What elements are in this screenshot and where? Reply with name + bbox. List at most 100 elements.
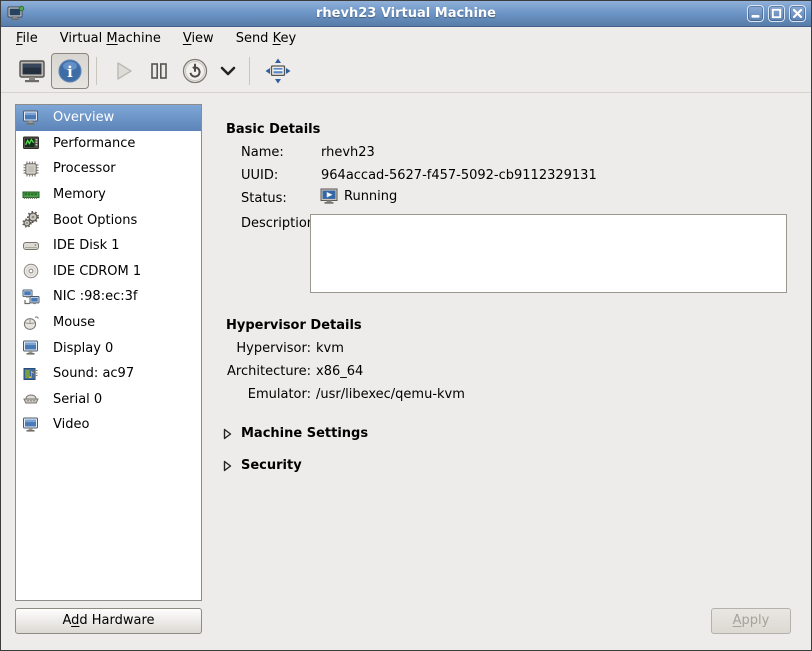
name-label: Name:	[241, 145, 284, 160]
menubar: File Virtual Machine View Send Key	[1, 27, 811, 49]
sound-icon: ♪	[22, 365, 40, 383]
video-icon	[22, 416, 40, 434]
show-console-button[interactable]	[13, 53, 51, 89]
mouse-icon	[22, 314, 40, 332]
fullscreen-button[interactable]	[257, 53, 299, 89]
sidebar-item-mouse[interactable]: Mouse	[16, 310, 201, 336]
serial-icon	[22, 390, 40, 408]
close-icon	[792, 8, 803, 19]
info-icon: i	[57, 58, 83, 84]
description-label: Description:	[241, 216, 319, 231]
svg-text:♪: ♪	[29, 370, 35, 381]
sidebar-item-display-0[interactable]: Display 0	[16, 335, 201, 361]
hypervisor-value: kvm	[316, 341, 344, 356]
apply-button[interactable]: Apply	[711, 608, 791, 634]
console-monitor-icon	[18, 58, 46, 84]
sidebar-item-ide-cdrom-1[interactable]: IDE CDROM 1	[16, 259, 201, 285]
description-input[interactable]	[310, 214, 787, 293]
disk-icon	[22, 237, 40, 255]
security-expander[interactable]: Security	[223, 458, 302, 473]
shutdown-button[interactable]	[176, 53, 214, 89]
maximize-button[interactable]	[768, 5, 785, 22]
sidebar-item-label: Sound: ac97	[53, 366, 134, 381]
performance-icon	[22, 134, 40, 152]
uuid-value: 964accad-5627-f457-5092-cb9112329131	[321, 168, 597, 183]
sidebar-item-nic[interactable]: NIC :98:ec:3f	[16, 284, 201, 310]
chevron-down-icon	[219, 58, 237, 84]
cdrom-icon	[22, 262, 40, 280]
toolbar-separator	[249, 57, 250, 85]
sidebar-item-label: Processor	[53, 161, 116, 176]
sidebar-item-label: IDE CDROM 1	[53, 264, 141, 279]
svg-text:i: i	[67, 63, 73, 81]
hardware-list: Overview Performance	[15, 104, 202, 601]
status-value-row: Running	[320, 188, 397, 205]
expander-arrow-icon	[223, 460, 232, 472]
machine-settings-label: Machine Settings	[241, 426, 368, 441]
shutdown-icon	[181, 57, 209, 85]
sidebar-item-label: Memory	[53, 187, 106, 202]
sidebar-item-boot-options[interactable]: Boot Options	[16, 207, 201, 233]
boot-gears-icon	[22, 211, 40, 229]
sidebar-item-label: Boot Options	[53, 213, 137, 228]
name-value: rhevh23	[321, 145, 375, 160]
vm-details-window: rhevh23 Virtual Machine File Virtual Mac…	[0, 0, 812, 651]
menu-view[interactable]: View	[174, 29, 223, 48]
status-label: Status:	[241, 191, 287, 206]
memory-icon	[22, 186, 40, 204]
architecture-value: x86_64	[316, 364, 363, 379]
running-status-icon	[320, 188, 340, 205]
add-hardware-button[interactable]: Add Hardware	[15, 608, 202, 634]
sidebar-item-label: Mouse	[53, 315, 95, 330]
nic-icon	[22, 288, 40, 306]
pause-button[interactable]	[142, 53, 176, 89]
display-icon	[22, 339, 40, 357]
shutdown-menu-button[interactable]	[214, 53, 242, 89]
fullscreen-icon	[262, 57, 294, 85]
monitor-icon	[22, 109, 40, 127]
emulator-label: Emulator:	[226, 387, 311, 402]
sidebar-item-serial-0[interactable]: Serial 0	[16, 387, 201, 413]
security-label: Security	[241, 458, 302, 473]
maximize-icon	[771, 8, 782, 19]
pause-icon	[147, 58, 171, 84]
processor-icon	[22, 160, 40, 178]
hypervisor-details-heading: Hypervisor Details	[226, 318, 362, 333]
sidebar-item-performance[interactable]: Performance	[16, 131, 201, 157]
menu-send-key[interactable]: Send Key	[227, 29, 305, 48]
hypervisor-label: Hypervisor:	[226, 341, 311, 356]
sidebar-item-label: Performance	[53, 136, 135, 151]
window-title: rhevh23 Virtual Machine	[1, 6, 811, 21]
uuid-label: UUID:	[241, 168, 278, 183]
sidebar-item-ide-disk-1[interactable]: IDE Disk 1	[16, 233, 201, 259]
toolbar: i	[1, 49, 811, 93]
sidebar-item-label: Display 0	[53, 341, 113, 356]
basic-details-heading: Basic Details	[226, 122, 320, 137]
toolbar-separator	[96, 57, 97, 85]
menu-virtual-machine[interactable]: Virtual Machine	[51, 29, 170, 48]
sidebar-item-processor[interactable]: Processor	[16, 156, 201, 182]
sidebar-item-label: Overview	[53, 110, 114, 125]
run-button[interactable]	[104, 53, 142, 89]
sidebar-item-video[interactable]: Video	[16, 412, 201, 438]
close-button[interactable]	[789, 5, 806, 22]
minimize-button[interactable]	[747, 5, 764, 22]
show-details-button[interactable]: i	[51, 53, 89, 89]
status-value: Running	[344, 189, 397, 204]
sidebar-item-label: Video	[53, 417, 89, 432]
architecture-label: Architecture:	[226, 364, 311, 379]
sidebar-item-overview[interactable]: Overview	[16, 105, 201, 131]
titlebar[interactable]: rhevh23 Virtual Machine	[1, 1, 811, 27]
machine-settings-expander[interactable]: Machine Settings	[223, 426, 368, 441]
sidebar-item-label: Serial 0	[53, 392, 102, 407]
sidebar-item-label: NIC :98:ec:3f	[53, 289, 137, 304]
emulator-value: /usr/libexec/qemu-kvm	[316, 387, 465, 402]
menu-file[interactable]: File	[7, 29, 47, 48]
expander-arrow-icon	[223, 428, 232, 440]
sidebar-item-label: IDE Disk 1	[53, 238, 120, 253]
sidebar-item-sound[interactable]: ♪ Sound: ac97	[16, 361, 201, 387]
minimize-icon	[750, 8, 761, 19]
vm-monitor-icon	[7, 5, 25, 23]
sidebar-item-memory[interactable]: Memory	[16, 182, 201, 208]
run-icon	[109, 58, 137, 84]
